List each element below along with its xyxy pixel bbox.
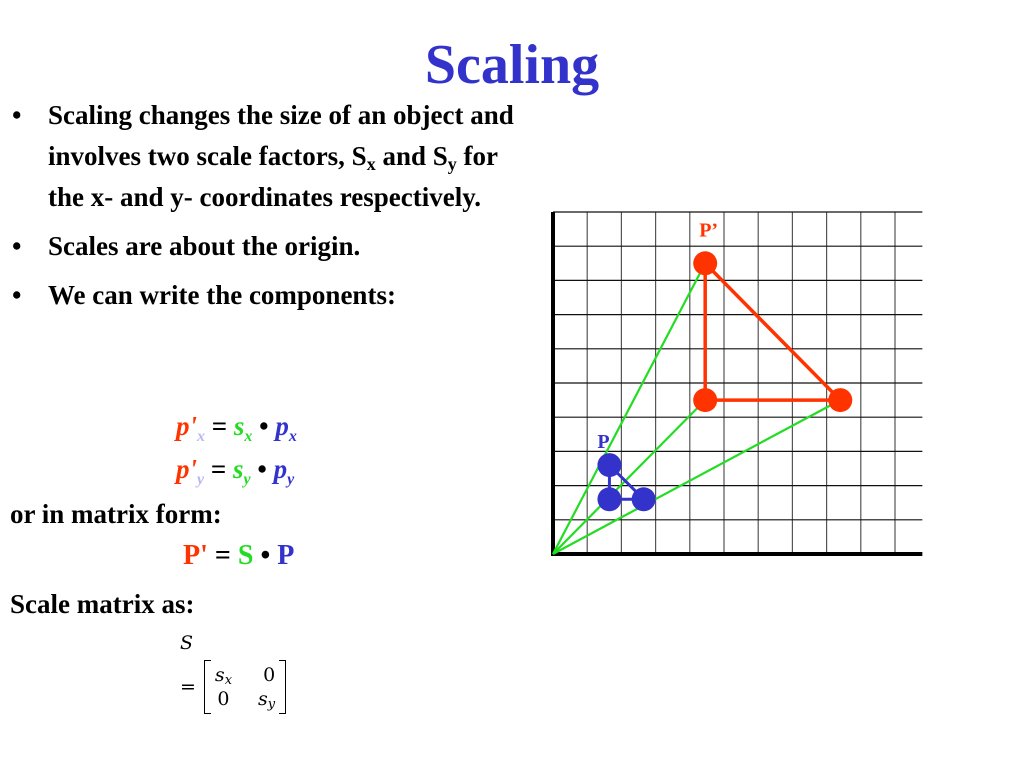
scaling-diagram: P P’ <box>551 211 923 556</box>
bullet-icon: • <box>12 231 22 261</box>
right-bracket <box>279 660 287 714</box>
matrix-cell: sx <box>214 664 233 688</box>
matrix-cell: 0 <box>263 664 276 686</box>
bullet-icon: • <box>12 100 22 130</box>
scale-matrix-symbol: S <box>180 632 194 654</box>
equals-sign: = <box>180 676 196 698</box>
bullet-list: • Scaling changes the size of an object … <box>10 95 530 324</box>
equation-px: p'x = sx • px <box>176 411 297 445</box>
origin-ray <box>552 399 706 555</box>
origin-ray <box>552 262 707 555</box>
matrix-cell: sy <box>258 688 276 712</box>
matrix-form-label: or in matrix form: <box>10 499 222 529</box>
matrix-body: sx 0 0 sy <box>211 663 279 711</box>
shapes <box>597 251 853 512</box>
scaled-vertex <box>693 251 718 276</box>
matrix-equation: P' = S • P <box>183 540 295 571</box>
bullet-icon: • <box>12 280 22 310</box>
original-vertex <box>597 453 622 478</box>
label-original: P <box>597 431 609 453</box>
scaled-vertex <box>693 388 718 413</box>
scaled-triangle <box>703 259 845 402</box>
scale-matrix: = sx 0 0 sy <box>180 660 287 714</box>
equation-py: p'y = sy • py <box>176 454 295 488</box>
bullet-components: • We can write the components: <box>10 275 530 316</box>
label-scaled: P’ <box>699 219 718 241</box>
slide-title: Scaling <box>424 34 600 96</box>
scale-matrix-label: Scale matrix as: <box>10 589 195 619</box>
matrix-cell: 0 <box>217 688 230 710</box>
left-bracket <box>203 660 211 714</box>
bullet-origin: • Scales are about the origin. <box>10 226 530 267</box>
origin-rays <box>552 262 841 555</box>
bullet-scaling-definition: • Scaling changes the size of an object … <box>10 95 530 218</box>
scaled-vertex <box>828 388 853 413</box>
original-vertex <box>631 487 656 512</box>
original-vertex <box>597 487 622 512</box>
origin-ray <box>552 399 841 555</box>
